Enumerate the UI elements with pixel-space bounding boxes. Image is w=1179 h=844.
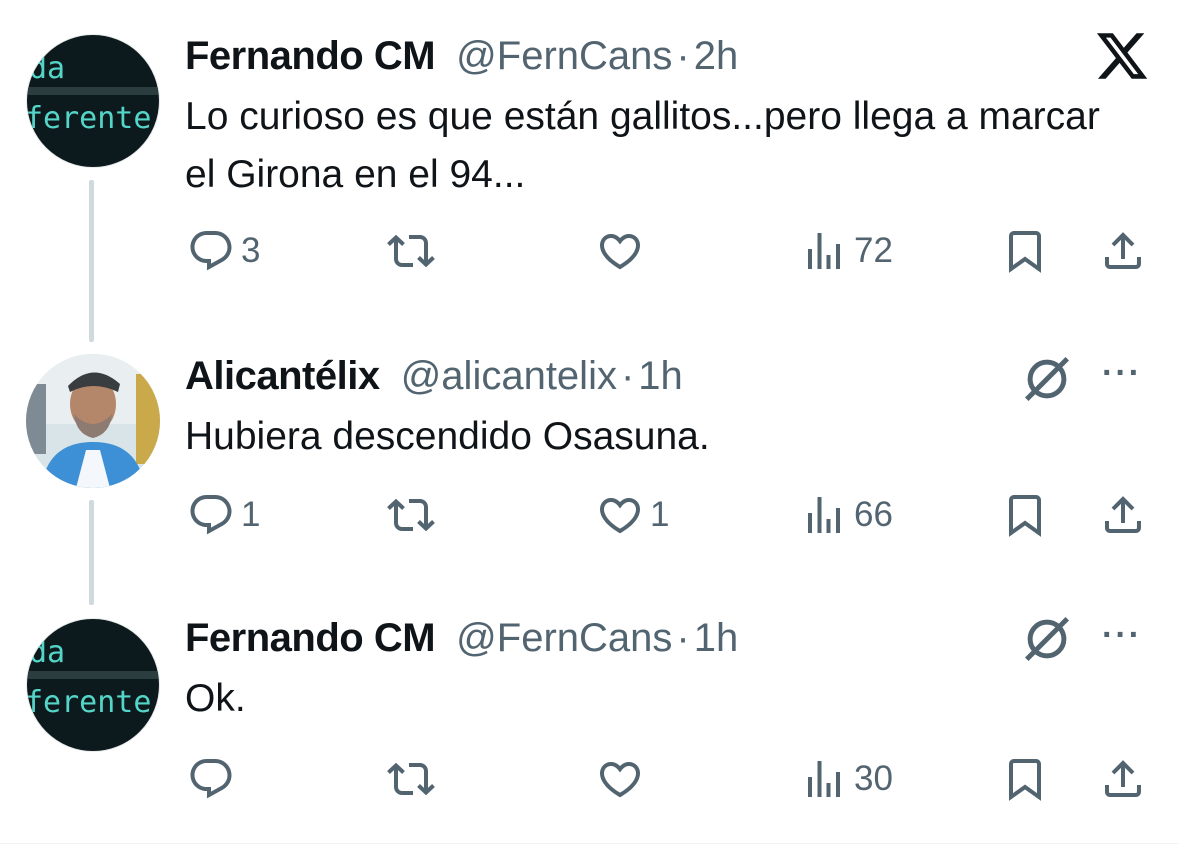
share-button[interactable] (1099, 754, 1147, 804)
share-button[interactable] (1099, 226, 1147, 276)
action-bar: 3 72 (185, 226, 1155, 276)
avatar-text-line-2: ferente (26, 101, 152, 136)
more-options-icon[interactable]: ··· (1102, 616, 1142, 655)
views-button[interactable]: 72 (800, 226, 893, 276)
tweet-text: Ok. (185, 677, 246, 720)
action-bar: 30 (185, 754, 1155, 804)
user-handle[interactable]: @FernCans (456, 616, 672, 660)
repost-icon (387, 227, 435, 275)
timestamp[interactable]: 2h (694, 34, 739, 78)
views-button[interactable]: 66 (800, 490, 893, 540)
views-icon (800, 491, 848, 539)
avatar[interactable] (26, 354, 160, 488)
bookmark-button[interactable] (1001, 490, 1049, 540)
like-count: 1 (650, 495, 670, 534)
grok-icon[interactable] (1020, 612, 1074, 666)
reply-icon (187, 755, 235, 803)
repost-icon (387, 755, 435, 803)
timestamp[interactable]: 1h (694, 616, 739, 660)
repost-icon (387, 491, 435, 539)
tweet-header: Fernando CM @FernCans · 1h (185, 614, 738, 662)
display-name[interactable]: Fernando CM (185, 616, 436, 660)
reply-button[interactable] (187, 754, 241, 804)
bookmark-icon (1001, 755, 1049, 803)
avatar[interactable]: da ferente (26, 34, 160, 168)
views-button[interactable]: 30 (800, 754, 893, 804)
avatar-text-line-1: da (29, 635, 66, 670)
reply-count: 1 (241, 495, 261, 534)
views-count: 72 (854, 231, 893, 270)
repost-button[interactable] (387, 226, 441, 276)
tweet-1[interactable]: da ferente Fernando CM @FernCans · 2h Lo c… (0, 0, 1179, 310)
like-button[interactable]: 1 (596, 490, 669, 540)
timestamp[interactable]: 1h (638, 354, 683, 398)
tweet-header: Alicantélix @alicantelix · 1h (185, 352, 683, 400)
bookmark-icon (1001, 227, 1049, 275)
separator-dot: · (620, 354, 635, 398)
separator-dot: · (676, 34, 690, 78)
share-icon (1099, 755, 1147, 803)
like-button[interactable] (596, 226, 650, 276)
like-icon (596, 227, 644, 275)
tweet-header: Fernando CM @FernCans · 2h (185, 32, 738, 80)
user-handle[interactable]: @FernCans (456, 34, 672, 78)
thread-line-2 (89, 500, 94, 605)
views-icon (800, 227, 848, 275)
reply-button[interactable]: 1 (187, 490, 260, 540)
reply-button[interactable]: 3 (187, 226, 260, 276)
user-handle[interactable]: @alicantelix (401, 354, 617, 398)
action-bar: 1 1 66 (185, 490, 1155, 540)
bookmark-button[interactable] (1001, 754, 1049, 804)
tweet-text: Hubiera descendido Osasuna. (185, 415, 710, 458)
like-button[interactable] (596, 754, 650, 804)
grok-icon[interactable] (1020, 352, 1074, 406)
display-name[interactable]: Fernando CM (185, 34, 436, 78)
tweet-text: Lo curioso es que están gallitos...pero … (185, 95, 1100, 196)
like-icon (596, 491, 644, 539)
separator-dot: · (676, 616, 690, 660)
reply-count: 3 (241, 231, 261, 270)
avatar-photo (26, 354, 160, 488)
share-icon (1099, 491, 1147, 539)
display-name[interactable]: Alicantélix (185, 354, 380, 398)
views-count: 66 (854, 495, 893, 534)
avatar[interactable]: da ferente (26, 618, 160, 752)
share-button[interactable] (1099, 490, 1147, 540)
reply-icon (187, 227, 235, 275)
views-count: 30 (854, 759, 893, 798)
like-icon (596, 755, 644, 803)
repost-button[interactable] (387, 490, 441, 540)
repost-button[interactable] (387, 754, 441, 804)
avatar-text-line-2: ferente (26, 685, 152, 720)
more-options-icon[interactable]: ··· (1102, 354, 1142, 393)
reply-icon (187, 491, 235, 539)
bookmark-button[interactable] (1001, 226, 1049, 276)
share-icon (1099, 227, 1147, 275)
avatar-text-line-1: da (29, 51, 66, 86)
views-icon (800, 755, 848, 803)
x-logo-icon[interactable] (1094, 28, 1150, 84)
bookmark-icon (1001, 491, 1049, 539)
